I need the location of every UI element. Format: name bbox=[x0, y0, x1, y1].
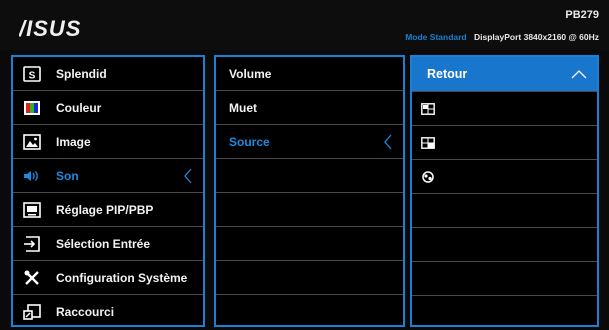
submenu-item-empty bbox=[216, 227, 403, 261]
menu-item-shortcut[interactable]: Raccourci bbox=[13, 295, 203, 329]
submenu-item-empty bbox=[216, 159, 403, 193]
submenu-item-label: Source bbox=[229, 134, 270, 149]
menu-item-label: Son bbox=[56, 168, 79, 183]
menu-item-label: Configuration Système bbox=[56, 270, 188, 285]
color-icon bbox=[22, 98, 42, 118]
svg-text:/ISUS: /ISUS bbox=[19, 16, 81, 40]
menu-item-label: Image bbox=[56, 134, 91, 149]
option-empty bbox=[412, 194, 597, 228]
pip-source-2-icon bbox=[420, 135, 436, 151]
submenu-item-empty bbox=[216, 261, 403, 295]
input-icon bbox=[22, 234, 42, 254]
submenu-item-volume[interactable]: Volume bbox=[216, 57, 403, 91]
splendid-icon: S bbox=[22, 64, 42, 84]
chevron-left-icon bbox=[184, 168, 192, 184]
pip-source-3-icon bbox=[420, 169, 436, 185]
mode-text: Mode Standard bbox=[405, 32, 467, 42]
menu-item-system[interactable]: Configuration Système bbox=[13, 261, 203, 295]
header-bar: /ISUS PB279 Mode Standard DisplayPort 38… bbox=[0, 0, 609, 50]
menu-item-label: Sélection Entrée bbox=[56, 236, 151, 251]
status-line: Mode Standard DisplayPort 3840x2160 @ 60… bbox=[405, 32, 599, 42]
menu-item-label: Réglage PIP/PBP bbox=[56, 202, 154, 217]
option-empty bbox=[412, 262, 597, 296]
svg-text:S: S bbox=[29, 70, 36, 81]
option-empty bbox=[412, 228, 597, 262]
menu-item-input[interactable]: Sélection Entrée bbox=[13, 227, 203, 261]
back-label: Retour bbox=[427, 67, 468, 81]
submenu-item-empty bbox=[216, 295, 403, 329]
menu-item-color[interactable]: Couleur bbox=[13, 91, 203, 125]
menu-item-splendid[interactable]: S Splendid bbox=[13, 57, 203, 91]
main-menu: S Splendid Couleur Image Son Réglage PIP… bbox=[11, 55, 205, 327]
sub-menu: Volume Muet Source bbox=[214, 55, 405, 327]
option-pip-source-2[interactable] bbox=[412, 126, 597, 160]
model-name: PB279 bbox=[565, 9, 599, 21]
option-pip-source-3[interactable] bbox=[412, 160, 597, 194]
options-panel: Retour bbox=[410, 55, 599, 327]
menu-item-label: Splendid bbox=[56, 66, 107, 81]
option-pip-source-1[interactable] bbox=[412, 92, 597, 126]
tools-icon bbox=[22, 268, 42, 288]
chevron-left-icon bbox=[384, 134, 392, 150]
option-empty bbox=[412, 296, 597, 330]
pip-icon bbox=[22, 200, 42, 220]
menu-item-label: Raccourci bbox=[56, 305, 115, 319]
asus-logo: /ISUS bbox=[19, 16, 81, 40]
submenu-item-source[interactable]: Source bbox=[216, 125, 403, 159]
signal-text: DisplayPort 3840x2160 @ 60Hz bbox=[474, 32, 599, 42]
shortcut-icon bbox=[22, 302, 42, 322]
chevron-up-icon bbox=[571, 70, 587, 79]
image-icon bbox=[22, 132, 42, 152]
speaker-icon bbox=[22, 166, 42, 186]
menu-item-label: Couleur bbox=[56, 100, 102, 115]
submenu-item-label: Muet bbox=[229, 100, 257, 115]
pip-source-1-icon bbox=[420, 101, 436, 117]
submenu-item-mute[interactable]: Muet bbox=[216, 91, 403, 125]
submenu-item-label: Volume bbox=[229, 66, 272, 81]
menu-item-image[interactable]: Image bbox=[13, 125, 203, 159]
menu-item-pip[interactable]: Réglage PIP/PBP bbox=[13, 193, 203, 227]
menu-item-sound[interactable]: Son bbox=[13, 159, 203, 193]
back-button[interactable]: Retour bbox=[412, 57, 597, 92]
submenu-item-empty bbox=[216, 193, 403, 227]
